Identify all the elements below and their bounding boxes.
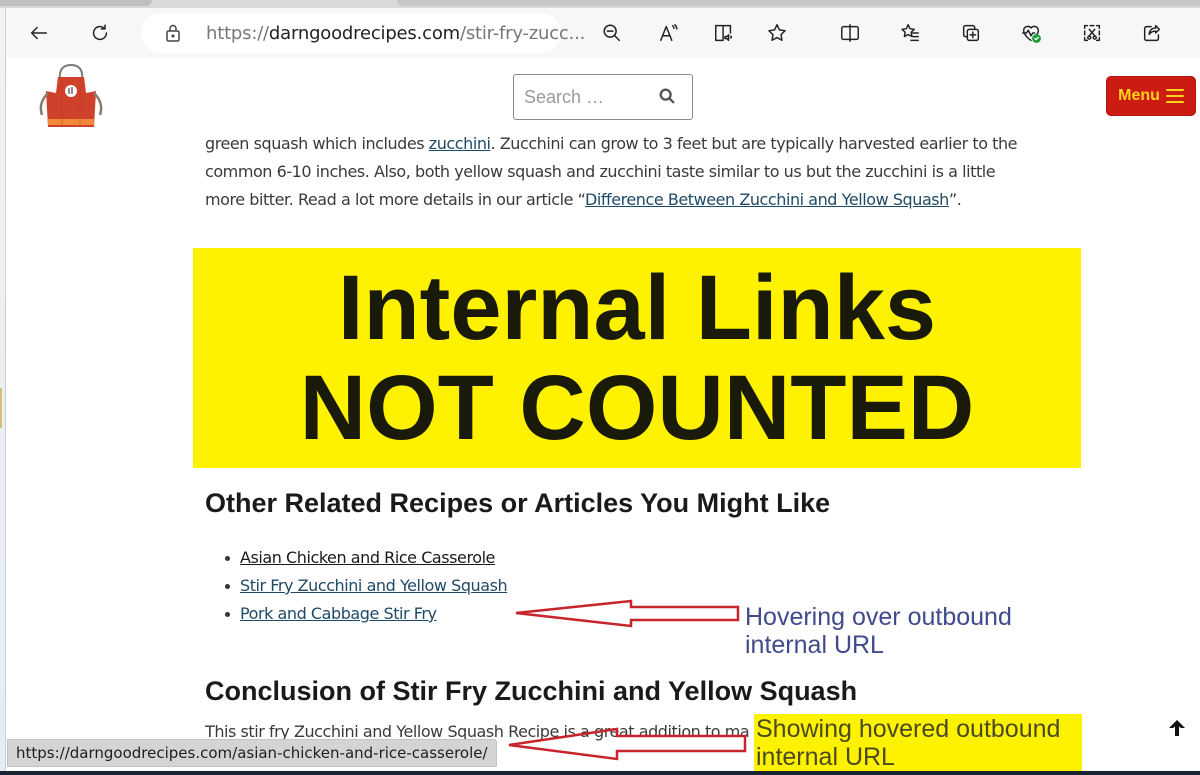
zucchini-link[interactable]: zucchini [429,134,491,153]
annotation-arrow-status [508,727,747,761]
taskbar-edge [0,771,1200,775]
window-border-accent [0,388,2,428]
annotation-hover-note: Hovering over outbound internal URL [745,603,1012,659]
share-icon[interactable] [1137,18,1167,48]
link-status-bar: https://darngoodrecipes.com/asian-chicke… [7,739,497,767]
menu-button[interactable]: Menu [1106,76,1196,116]
related-link-stir-fry-zucchini[interactable]: Stir Fry Zucchini and Yellow Squash [240,576,508,595]
zoom-out-icon[interactable] [597,18,627,48]
tab-strip-edge [0,0,1200,8]
collections-icon[interactable] [956,18,986,48]
address-url[interactable]: https://darngoodrecipes.com/stir-fry-zuc… [206,23,585,44]
article-body: green squash which includes zucchini. Zu… [205,130,1035,214]
url-path: /stir-fry-zucc... [459,23,586,44]
star-icon[interactable] [762,18,792,48]
address-bar[interactable]: https://darngoodrecipes.com/stir-fry-zuc… [141,13,585,53]
conclusion-heading: Conclusion of Stir Fry Zucchini and Yell… [205,676,858,706]
split-screen-icon[interactable] [835,18,865,48]
lock-icon[interactable] [163,23,183,43]
search-input[interactable] [514,75,654,119]
browser-toolbar: https://darngoodrecipes.com/stir-fry-zuc… [6,8,1200,58]
arrow-up-icon [1169,720,1185,736]
related-link-asian-chicken[interactable]: Asian Chicken and Rice Casserole [240,548,495,567]
tab-left[interactable] [0,0,152,6]
intro-text-3: ”. [948,190,962,209]
hamburger-icon [1165,89,1184,103]
favorites-list-icon[interactable] [895,18,925,48]
url-scheme: https:// [206,23,269,44]
refresh-icon[interactable] [85,18,115,48]
annotation-showing-note: Showing hovered outbound internal URL [754,714,1082,771]
immersive-reader-icon[interactable] [709,18,739,48]
apron-logo-icon [39,63,103,127]
back-to-top-button[interactable] [1167,718,1191,742]
banner-line-2: NOT COUNTED [299,357,975,459]
list-item: Pork and Cabbage Stir Fry [222,600,507,628]
intro-text-1: green squash which includes [205,134,429,153]
related-links-list: Asian Chicken and Rice Casserole Stir Fr… [222,544,508,628]
list-item: Asian Chicken and Rice Casserole [222,544,507,572]
window-left-border [0,8,6,775]
web-page: Menu green squash which includes zucchin… [7,58,1200,771]
web-capture-icon[interactable] [1077,18,1107,48]
related-heading: Other Related Recipes or Articles You Mi… [205,488,831,518]
heart-pulse-icon[interactable] [1016,18,1046,48]
url-host: darngoodrecipes.com [268,23,460,44]
search-icon[interactable] [658,87,678,107]
banner-line-1: Internal Links [337,257,937,359]
difference-article-link[interactable]: Difference Between Zucchini and Yellow S… [585,190,949,209]
list-item: Stir Fry Zucchini and Yellow Squash [222,572,508,600]
annotation-arrow-hover [515,599,740,628]
internal-links-banner: Internal Links NOT COUNTED [193,248,1081,468]
read-aloud-icon[interactable] [654,18,684,48]
site-search [513,74,693,120]
intro-paragraph: green squash which includes zucchini. Zu… [205,130,1035,214]
tab-right[interactable] [397,0,1200,6]
back-arrow-icon[interactable] [24,18,54,48]
related-link-pork-cabbage[interactable]: Pork and Cabbage Stir Fry [240,604,437,623]
menu-button-label: Menu [1118,87,1160,104]
site-logo[interactable] [32,63,110,133]
